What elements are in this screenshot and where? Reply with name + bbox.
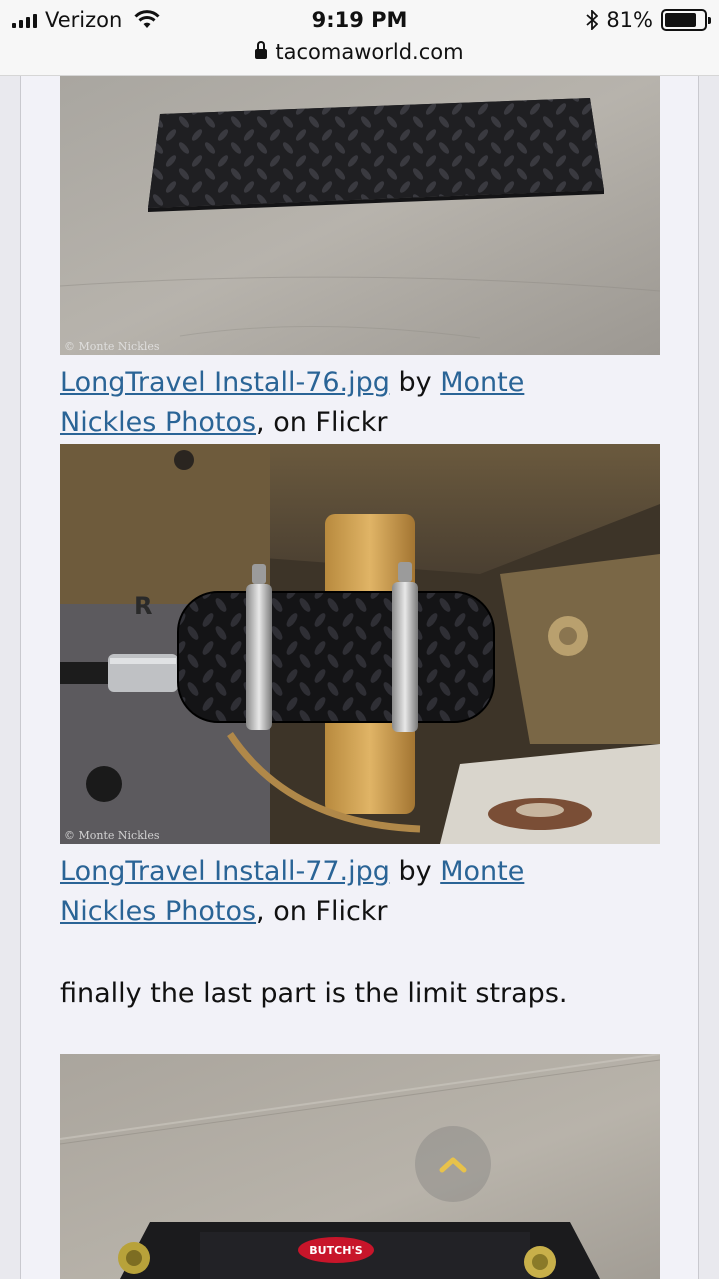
post-text: finally the last part is the limit strap… (60, 978, 568, 1009)
strap-brand-text: BUTCH'S (309, 1244, 362, 1257)
photo-pad-on-shock[interactable]: R © Monte Nickles (60, 444, 660, 844)
photo-link[interactable]: LongTravel Install-76.jpg (60, 367, 390, 398)
photo-rubber-pad[interactable]: © Monte Nickles (60, 76, 660, 355)
photo-link[interactable]: LongTravel Install-77.jpg (60, 856, 390, 887)
caption-suffix: , on Flickr (256, 896, 388, 927)
chevron-up-icon (439, 1157, 467, 1173)
status-right: 81% (586, 6, 711, 34)
forum-post-body: © Monte Nickles LongTravel Install-76.jp… (20, 76, 699, 1279)
scroll-to-top-button[interactable] (415, 1126, 491, 1202)
author-link-part1[interactable]: Monte (440, 856, 524, 887)
bluetooth-icon (586, 10, 599, 30)
address-bar[interactable]: tacomaworld.com (0, 38, 719, 66)
author-link-part2[interactable]: Nickles Photos (60, 896, 256, 927)
author-link-part2[interactable]: Nickles Photos (60, 407, 256, 438)
battery-fill (665, 13, 696, 27)
caption-by: by (389, 856, 441, 887)
battery-icon (661, 9, 711, 31)
photo-limit-strap[interactable]: BUTCH'S (60, 1054, 660, 1279)
battery-percent: 81% (606, 8, 653, 32)
photo-watermark: © Monte Nickles (64, 829, 160, 842)
photo-caption: LongTravel Install-76.jpg by Monte Nickl… (60, 363, 660, 443)
url-domain[interactable]: tacomaworld.com (275, 40, 463, 64)
caption-suffix: , on Flickr (256, 407, 388, 438)
author-link-part1[interactable]: Monte (440, 367, 524, 398)
photo-caption: LongTravel Install-77.jpg by Monte Nickl… (60, 852, 660, 932)
browser-top-bar: Verizon 9:19 PM 81% tacomaworld.com (0, 0, 719, 76)
caption-by: by (389, 367, 441, 398)
photo-watermark: © Monte Nickles (64, 340, 160, 353)
lock-icon (255, 41, 268, 61)
svg-text:R: R (134, 592, 152, 620)
